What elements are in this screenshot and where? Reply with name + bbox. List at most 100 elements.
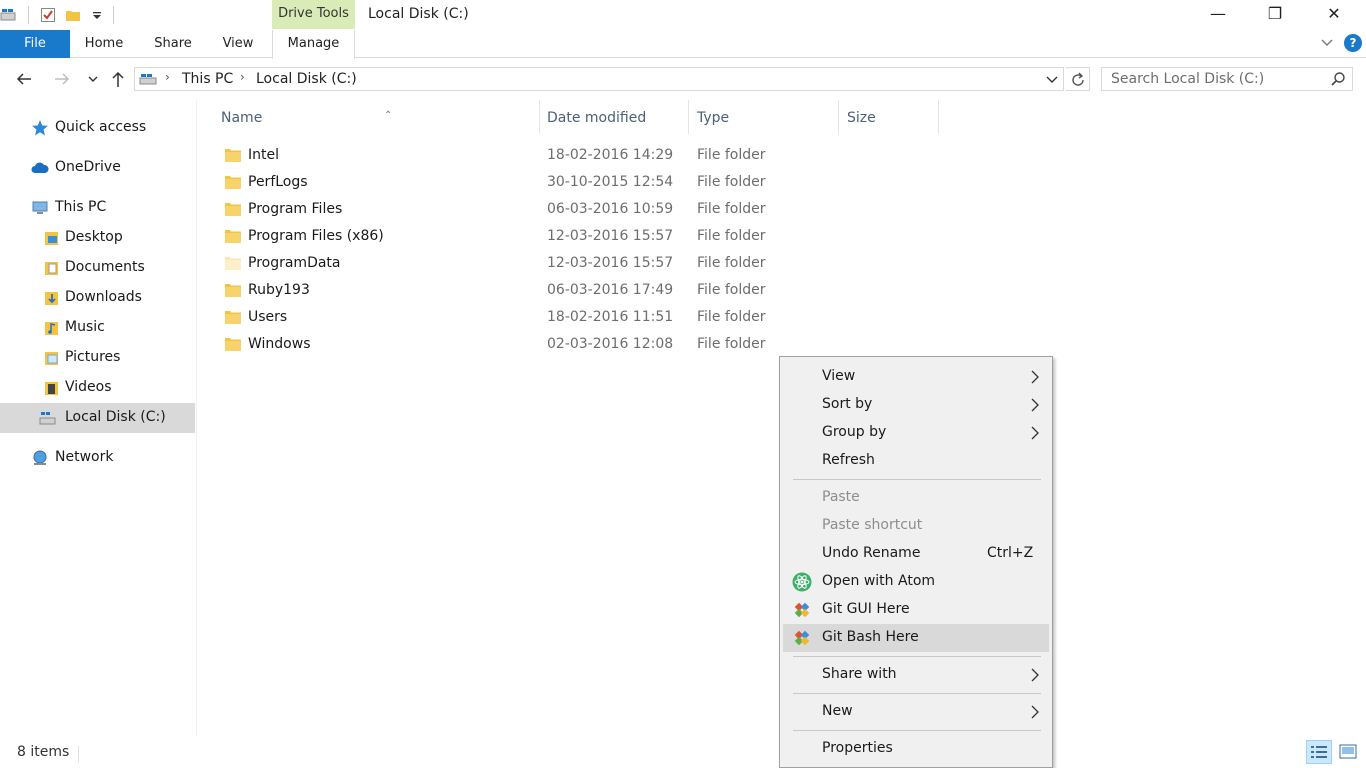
menu-item-refresh[interactable]: Refresh bbox=[783, 447, 1049, 475]
customize-quick-access-icon[interactable] bbox=[89, 7, 105, 23]
menu-item-view[interactable]: View bbox=[783, 363, 1049, 391]
minimize-button[interactable]: — bbox=[1189, 0, 1247, 30]
sidebar-item-label: Videos bbox=[65, 379, 112, 395]
git-icon bbox=[794, 630, 810, 646]
up-arrow-icon[interactable] bbox=[107, 68, 129, 90]
tab-file[interactable]: File bbox=[0, 30, 70, 58]
tab-manage[interactable]: Manage bbox=[272, 30, 355, 59]
breadcrumb-separator-icon[interactable]: › bbox=[165, 70, 170, 84]
menu-item-group-by[interactable]: Group by bbox=[783, 419, 1049, 447]
file-row[interactable]: Intel 18-02-2016 14:29 File folder bbox=[220, 143, 780, 170]
menu-item-label: Properties bbox=[822, 740, 893, 756]
back-arrow-icon[interactable] bbox=[13, 68, 35, 90]
window-title: Local Disk (C:) bbox=[368, 6, 469, 22]
menu-item-git-gui-here[interactable]: Git GUI Here bbox=[783, 596, 1049, 624]
refresh-button[interactable] bbox=[1066, 67, 1090, 91]
star-icon bbox=[32, 120, 48, 136]
tab-view[interactable]: View bbox=[214, 30, 262, 58]
details-view-button[interactable] bbox=[1306, 740, 1332, 764]
sidebar-item-label: Desktop bbox=[65, 229, 123, 245]
sidebar-item-music[interactable]: Music bbox=[0, 313, 195, 343]
menu-item-new[interactable]: New bbox=[783, 698, 1049, 726]
sidebar-item-network[interactable]: Network bbox=[0, 443, 195, 473]
file-date: 02-03-2016 12:08 bbox=[547, 336, 674, 352]
column-header-name[interactable]: Name ⌃ bbox=[213, 100, 540, 134]
file-row[interactable]: Windows 02-03-2016 12:08 File folder bbox=[220, 332, 780, 359]
breadcrumb-this-pc[interactable]: This PC bbox=[182, 71, 233, 87]
search-input[interactable]: Search Local Disk (C:) bbox=[1101, 67, 1353, 91]
menu-item-share-with[interactable]: Share with bbox=[783, 661, 1049, 689]
menu-item-label: Git GUI Here bbox=[822, 601, 910, 617]
pictures-folder-icon bbox=[45, 352, 58, 365]
hidden-folder-icon bbox=[225, 257, 241, 270]
expand-ribbon-chevron-icon[interactable] bbox=[1318, 34, 1336, 52]
tab-home[interactable]: Home bbox=[76, 30, 132, 58]
file-row[interactable]: ProgramData 12-03-2016 15:57 File folder bbox=[220, 251, 780, 278]
menu-item-label: View bbox=[822, 368, 856, 384]
sidebar-item-pictures[interactable]: Pictures bbox=[0, 343, 195, 373]
computer-icon bbox=[32, 201, 48, 214]
sidebar-item-local-disk[interactable]: Local Disk (C:) bbox=[0, 403, 195, 433]
menu-item-label: Paste shortcut bbox=[822, 517, 923, 533]
file-name: Windows bbox=[248, 336, 311, 352]
menu-item-sort-by[interactable]: Sort by bbox=[783, 391, 1049, 419]
menu-item-undo-rename[interactable]: Undo Rename Ctrl+Z bbox=[783, 540, 1049, 568]
sidebar-item-label: This PC bbox=[55, 199, 107, 215]
sidebar-item-quick-access[interactable]: Quick access bbox=[0, 113, 195, 143]
details-view-icon bbox=[1311, 746, 1327, 758]
file-row[interactable]: Users 18-02-2016 11:51 File folder bbox=[220, 305, 780, 332]
sidebar-item-videos[interactable]: Videos bbox=[0, 373, 195, 403]
documents-folder-icon bbox=[45, 262, 58, 275]
file-row[interactable]: Program Files (x86) 12-03-2016 15:57 Fil… bbox=[220, 224, 780, 251]
help-button[interactable]: ? bbox=[1344, 34, 1362, 52]
folder-icon bbox=[225, 149, 241, 162]
forward-arrow-icon[interactable] bbox=[51, 68, 73, 90]
menu-separator bbox=[793, 656, 1041, 657]
sidebar-item-this-pc[interactable]: This PC bbox=[0, 193, 195, 223]
drive-app-icon[interactable] bbox=[0, 7, 16, 23]
properties-check-icon[interactable] bbox=[40, 7, 56, 23]
file-row[interactable]: Program Files 06-03-2016 10:59 File fold… bbox=[220, 197, 780, 224]
file-type: File folder bbox=[697, 255, 766, 271]
menu-item-paste[interactable]: Paste bbox=[783, 484, 1049, 512]
sidebar-item-onedrive[interactable]: OneDrive bbox=[0, 153, 195, 183]
address-history-chevron-icon[interactable] bbox=[1044, 71, 1060, 87]
column-header-size[interactable]: Size bbox=[839, 100, 939, 134]
file-date: 30-10-2015 12:54 bbox=[547, 174, 674, 190]
status-divider bbox=[78, 746, 79, 762]
menu-item-paste-shortcut[interactable]: Paste shortcut bbox=[783, 512, 1049, 540]
breadcrumb-local-disk[interactable]: Local Disk (C:) bbox=[256, 71, 357, 87]
close-button[interactable]: ✕ bbox=[1305, 0, 1363, 30]
menu-item-open-with-atom[interactable]: Open with Atom bbox=[783, 568, 1049, 596]
folder-icon bbox=[225, 176, 241, 189]
menu-item-properties[interactable]: Properties bbox=[783, 735, 1049, 763]
folder-icon bbox=[225, 203, 241, 216]
column-header-type[interactable]: Type bbox=[689, 100, 839, 134]
file-type: File folder bbox=[697, 174, 766, 190]
menu-item-git-bash-here[interactable]: Git Bash Here bbox=[783, 624, 1049, 652]
menu-separator bbox=[793, 730, 1041, 731]
menu-item-label: Group by bbox=[822, 424, 887, 440]
status-bar: 8 items bbox=[0, 738, 1366, 768]
context-menu: View Sort by Group by Refresh Paste Past… bbox=[779, 356, 1053, 768]
file-name: Users bbox=[248, 309, 288, 325]
large-icons-view-button[interactable] bbox=[1336, 740, 1360, 764]
menu-item-label: Sort by bbox=[822, 396, 873, 412]
sidebar-item-desktop[interactable]: Desktop bbox=[0, 223, 195, 253]
maximize-button[interactable]: ❐ bbox=[1246, 0, 1304, 30]
file-date: 06-03-2016 17:49 bbox=[547, 282, 674, 298]
column-header-date[interactable]: Date modified bbox=[539, 100, 689, 134]
menu-separator bbox=[793, 693, 1041, 694]
file-row[interactable]: Ruby193 06-03-2016 17:49 File folder bbox=[220, 278, 780, 305]
tab-share[interactable]: Share bbox=[146, 30, 200, 58]
search-icon[interactable] bbox=[1330, 71, 1346, 87]
file-row[interactable]: PerfLogs 30-10-2015 12:54 File folder bbox=[220, 170, 780, 197]
breadcrumb-separator-icon[interactable]: › bbox=[240, 70, 245, 84]
sidebar-item-label: Local Disk (C:) bbox=[65, 409, 166, 425]
new-folder-icon[interactable] bbox=[65, 7, 81, 23]
sidebar-item-documents[interactable]: Documents bbox=[0, 253, 195, 283]
sidebar-item-downloads[interactable]: Downloads bbox=[0, 283, 195, 313]
address-bar[interactable]: › This PC › Local Disk (C:) bbox=[134, 67, 1064, 91]
file-type: File folder bbox=[697, 201, 766, 217]
recent-locations-chevron-icon[interactable] bbox=[82, 68, 104, 90]
